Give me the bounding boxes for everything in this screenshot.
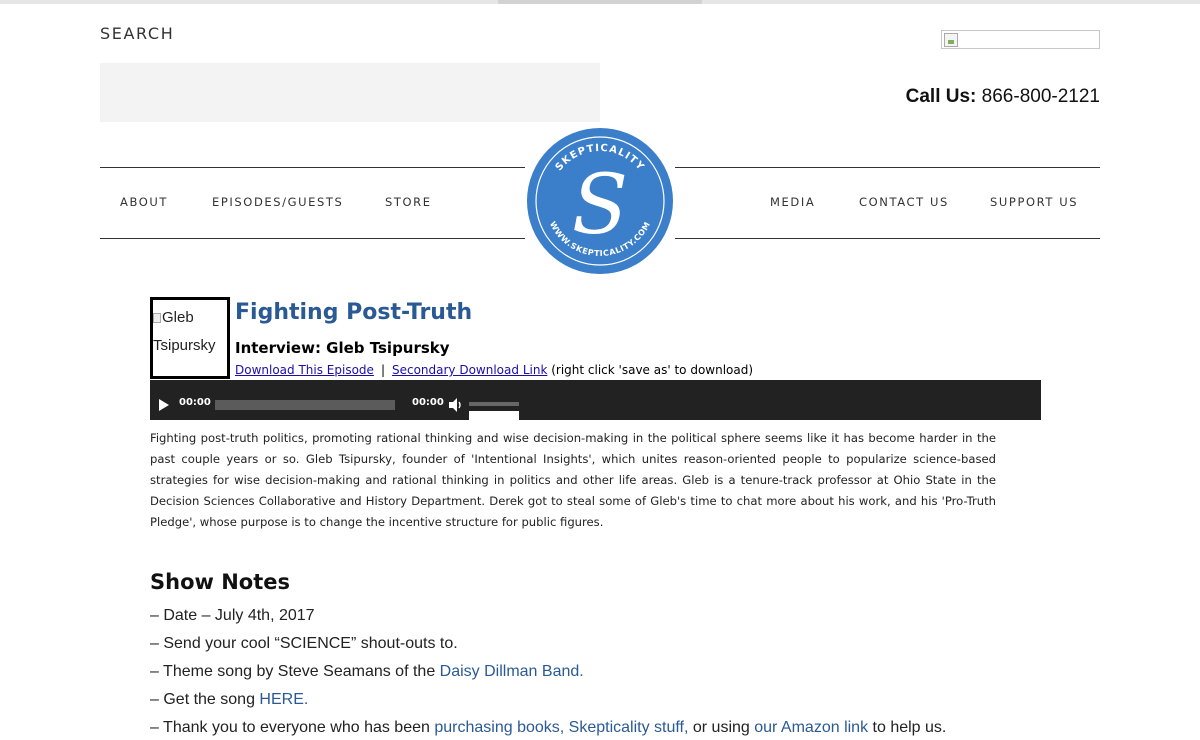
nav-item-support-us[interactable]: SUPPORT US [990,195,1078,209]
download-separator: | [380,363,385,377]
show-note-theme-song: – Theme song by Steve Seamans of the Dai… [150,663,584,681]
nav-item-store[interactable]: STORE [385,195,432,209]
search-input[interactable] [100,63,600,122]
broken-image-icon [153,313,161,324]
duration-time: 00:00 [412,397,444,408]
volume-icon[interactable] [448,398,464,412]
episode-subtitle: Interview: Gleb Tsipursky [235,339,450,357]
volume-slider[interactable] [469,402,519,406]
volume-level [469,411,519,420]
phone-number[interactable]: 866-800-2121 [982,86,1100,107]
episode-description: Fighting post-truth politics, promoting … [150,431,996,529]
secondary-download-link[interactable]: Secondary Download Link [392,363,547,377]
header-banner-image[interactable] [941,30,1100,49]
show-note-get-song: – Get the song HERE. [150,691,308,709]
show-note-shoutouts: – Send your cool “SCIENCE” shout-outs to… [150,635,458,652]
nav-item-episodes-guests[interactable]: EPISODES/GUESTS [212,195,343,209]
nav-item-contact-us[interactable]: CONTACT US [859,195,949,209]
audio-player: 00:00 00:00 [150,380,1041,420]
nav-rule-bottom-left [100,238,525,239]
download-note: (right click 'save as' to download) [551,363,754,377]
thanks-text: – Thank you to everyone who has been [150,719,435,736]
nav-item-about[interactable]: ABOUT [120,195,168,209]
download-episode-link[interactable]: Download This Episode [235,363,374,377]
top-edge-tab [498,0,702,4]
current-time: 00:00 [179,397,211,408]
nav-rule-bottom-right [675,238,1100,239]
thanks-mid-text: or using [688,719,755,736]
show-note-date: – Date – July 4th, 2017 [150,607,315,624]
broken-image-icon [944,33,958,47]
guest-image: Gleb Tsipursky [150,297,230,379]
seek-bar[interactable] [215,400,395,410]
thanks-suffix-text: to help us. [868,719,947,736]
download-row: Download This Episode | Secondary Download… [235,363,753,377]
show-notes-heading: Show Notes [150,570,290,594]
search-label: SEARCH [100,24,175,43]
song-here-link[interactable]: HERE. [259,691,308,708]
nav-item-media[interactable]: MEDIA [770,195,815,209]
skepticality-logo[interactable]: SKEPTICALITY WWW.SKEPTICALITY.COM S [526,127,674,275]
daisy-dillman-band-link[interactable]: Daisy Dillman Band. [440,663,584,680]
amazon-link[interactable]: our Amazon link [754,719,868,736]
logo-letter: S [572,158,628,253]
guest-image-alt-text: Gleb Tsipursky [153,309,216,354]
play-button[interactable] [159,399,169,411]
skepticality-stuff-link[interactable]: Skepticality stuff, [569,719,689,736]
purchasing-books-link[interactable]: purchasing books, [434,719,564,736]
nav-rule-top-left [100,167,525,168]
theme-song-text: – Theme song by Steve Seamans of the [150,663,440,680]
episode-title[interactable]: Fighting Post-Truth [235,300,472,325]
call-us: Call Us: 866-800-2121 [906,86,1100,108]
get-song-text: – Get the song [150,691,260,708]
call-us-label: Call Us: [905,86,977,107]
show-note-thanks: – Thank you to everyone who has been pur… [150,719,946,737]
nav-rule-top-right [675,167,1100,168]
